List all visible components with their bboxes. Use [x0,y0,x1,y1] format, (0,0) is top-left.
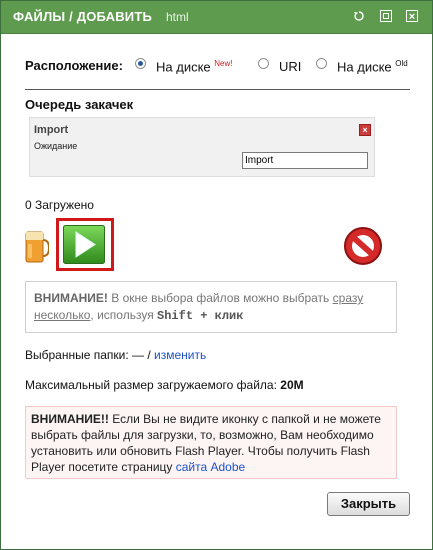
location-label: Расположение: [25,58,123,73]
uploaded-count: 0 Загружено [25,198,94,212]
option-disk-old[interactable]: На диске Old [337,59,408,74]
start-upload-button[interactable] [56,218,114,271]
queue-item-status: Ожидание [34,141,78,151]
new-badge: New! [214,59,233,68]
queue-item-name: Import [34,124,69,136]
queue-title: Очередь закачек [25,97,134,112]
jar-icon[interactable] [25,226,49,264]
flash-warning: ВНИМАНИЕ!! Если Вы не видите иконку с па… [25,406,397,479]
queue-item-input[interactable] [242,152,368,169]
refresh-icon[interactable] [353,10,365,22]
max-file-size-value: 20M [280,378,304,392]
max-file-size: Максимальный размер загружаемого файла: … [25,378,304,392]
dialog-title: ФАЙЛЫ / ДОБАВИТЬ [13,9,153,24]
upload-dialog: ФАЙЛЫ / ДОБАВИТЬ html × Расположение: На… [0,0,433,550]
restore-icon[interactable] [380,10,392,22]
title-bar[interactable]: ФАЙЛЫ / ДОБАВИТЬ html × [1,1,432,34]
change-folders-link[interactable]: изменить [154,348,206,362]
radio-disk-old[interactable] [316,58,327,69]
close-button[interactable]: Закрыть [327,492,410,516]
play-icon [63,225,105,264]
stop-icon[interactable] [343,226,383,266]
close-icon[interactable]: × [406,10,418,23]
radio-uri[interactable] [258,58,269,69]
divider [25,89,410,90]
old-badge: Old [395,59,408,68]
remove-item-icon[interactable]: × [359,124,371,136]
option-uri[interactable]: URI [279,59,301,74]
queue-item: Import Ожидание × [29,117,375,177]
dialog-subtitle: html [166,10,189,24]
selected-folders: Выбранные папки: — / изменить [25,348,207,362]
option-disk-new[interactable]: На диске New! [156,59,233,74]
multi-select-notice: ВНИМАНИЕ! В окне выбора файлов можно выб… [25,281,397,333]
adobe-link[interactable]: сайта Adobe [176,460,245,474]
radio-disk-new[interactable] [135,58,146,69]
